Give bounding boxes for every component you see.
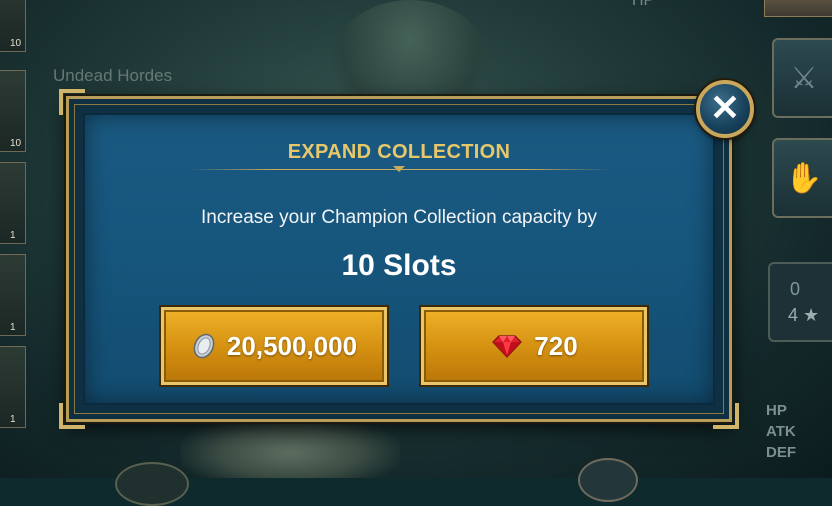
slots-amount: 10 Slots <box>341 249 457 282</box>
expand-collection-dialog: EXPAND COLLECTION Increase your Champion… <box>59 89 739 429</box>
faction-label: Undead Hordes <box>53 66 173 85</box>
close-icon: ✕ <box>709 87 741 128</box>
champion-list: 10 10 1 1 1 <box>0 0 30 478</box>
ruby-gem-icon <box>492 335 523 358</box>
close-button[interactable]: ✕ <box>696 80 754 138</box>
champion-thumb[interactable]: 1 <box>0 346 26 428</box>
champion-thumb[interactable]: 10 <box>0 70 26 152</box>
swords-icon: ⚔ <box>790 61 818 95</box>
gem-cost: 720 <box>534 330 578 361</box>
champion-level: 1 <box>10 230 16 241</box>
silver-cost: 20,500,000 <box>226 330 358 361</box>
hp-label: HP <box>632 0 655 9</box>
stat-def: DEF <box>766 444 796 461</box>
weapons-button[interactable]: ⚔ <box>772 38 832 118</box>
gear-button[interactable]: ✋ <box>772 138 832 218</box>
frame-corner <box>59 89 85 115</box>
scroll-up-button[interactable] <box>578 458 638 502</box>
champion-thumb[interactable]: 10 <box>0 0 26 52</box>
stat-list: HP ATK DEF <box>766 400 796 463</box>
title-divider-notch <box>393 166 405 172</box>
buy-with-gems-button[interactable]: 720 <box>419 305 649 387</box>
rank-box[interactable]: 0 4 ★ <box>768 262 832 342</box>
champion-thumb[interactable]: 1 <box>0 254 26 336</box>
stat-atk: ATK <box>766 423 796 440</box>
dialog-title: EXPAND COLLECTION <box>287 141 511 163</box>
stat-hp: HP <box>766 402 787 419</box>
skill-count: 0 <box>790 279 801 299</box>
frame-corner <box>713 403 739 429</box>
stars-rating: 4 ★ <box>788 305 820 325</box>
champion-thumb[interactable]: 1 <box>0 162 26 244</box>
buy-with-silver-button[interactable]: 20,500,000 <box>159 305 389 387</box>
silver-coin-icon <box>193 333 215 359</box>
champion-level: 10 <box>10 138 22 149</box>
scroll-button-left[interactable] <box>115 462 189 506</box>
frame-corner <box>59 403 85 429</box>
champion-level: 1 <box>10 414 16 425</box>
background-claw <box>180 415 400 478</box>
gauntlet-icon: ✋ <box>785 161 823 195</box>
champion-level: 1 <box>10 322 16 333</box>
champion-level: 10 <box>10 38 22 49</box>
dialog-description: Increase your Champion Collection capaci… <box>200 207 598 228</box>
